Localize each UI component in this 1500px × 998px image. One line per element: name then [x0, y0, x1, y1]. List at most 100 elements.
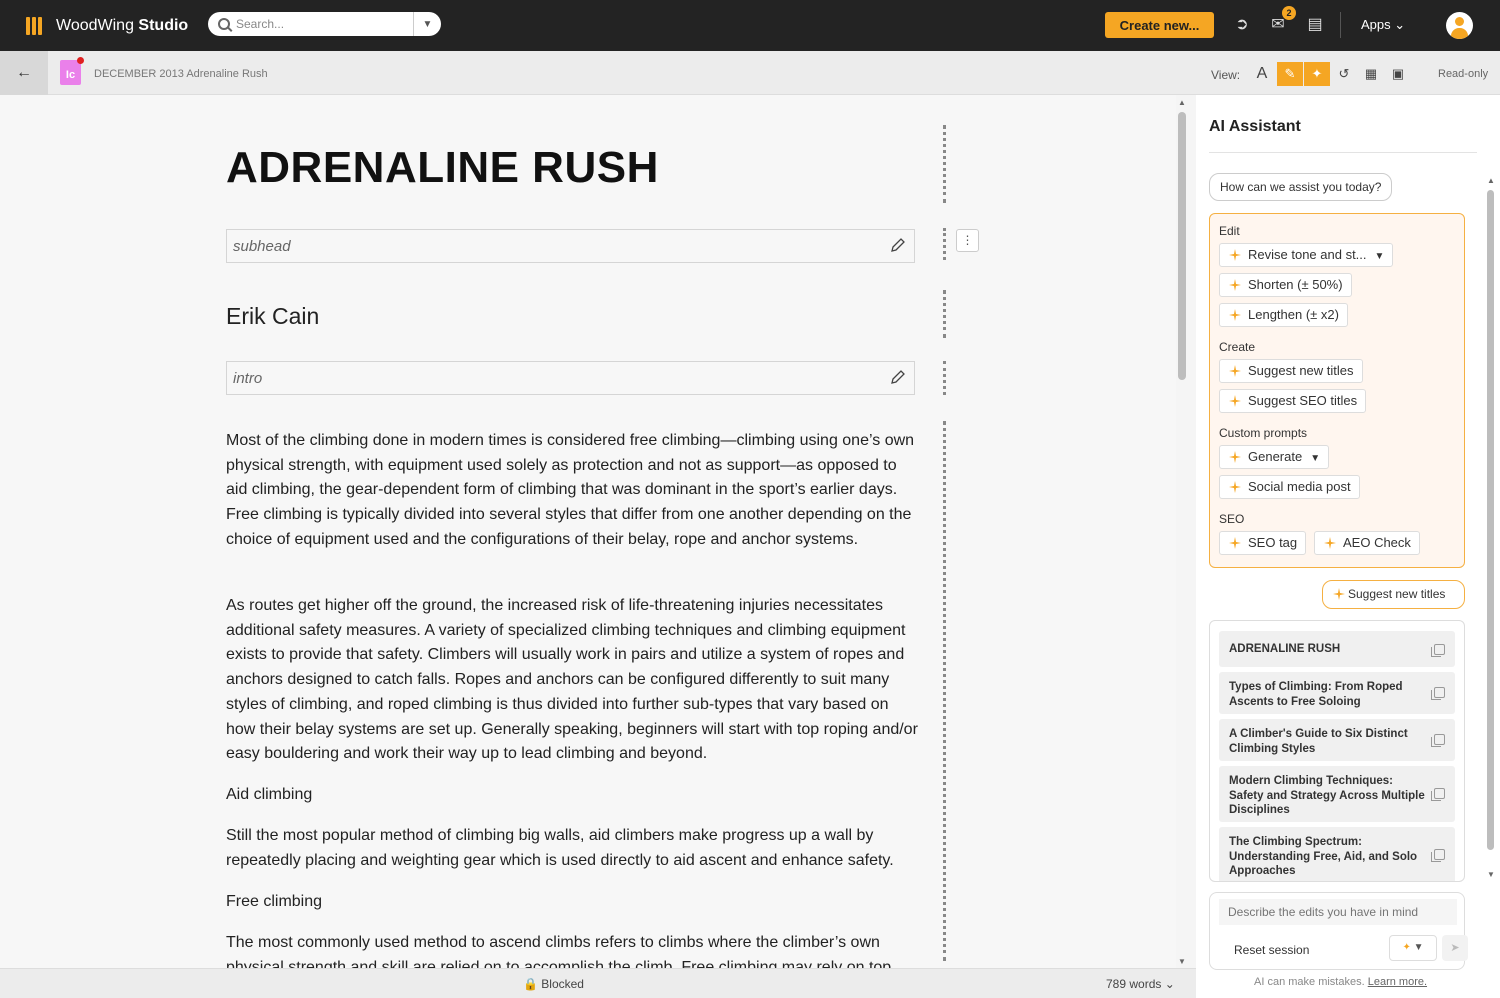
frame-boundary — [943, 421, 946, 961]
back-arrow-icon[interactable]: ← — [0, 51, 48, 95]
list-item[interactable]: ADRENALINE RUSH — [1219, 631, 1455, 667]
logo-mark-icon — [26, 16, 46, 35]
create-new-button[interactable]: Create new... — [1105, 12, 1214, 38]
ai-actions-card: Edit Revise tone and st... ▼ Shorten (± 5… — [1209, 213, 1465, 568]
sparkle-icon — [1229, 537, 1241, 549]
revise-tone-button[interactable]: Revise tone and st... ▼ — [1219, 243, 1394, 267]
copy-icon[interactable] — [1431, 644, 1445, 657]
view-pencil-icon[interactable]: ✎ — [1277, 62, 1303, 86]
subhead-field[interactable]: subhead — [226, 229, 915, 263]
shorten-button[interactable]: Shorten (± 50%) — [1219, 273, 1352, 297]
divider — [1209, 152, 1477, 153]
search-input[interactable]: Search... — [236, 17, 413, 31]
copy-icon[interactable] — [1431, 687, 1445, 700]
body-subheading[interactable]: Aid climbing — [226, 783, 921, 808]
section-label-create: Create — [1219, 340, 1256, 354]
section-label-seo: SEO — [1219, 512, 1245, 526]
status-dot — [77, 57, 84, 64]
pencil-icon[interactable] — [890, 369, 906, 385]
body-paragraph[interactable]: As routes get higher off the ground, the… — [226, 594, 921, 767]
scroll-up-icon[interactable]: ▲ — [1178, 98, 1186, 107]
frame-boundary — [943, 125, 946, 203]
document-title: DECEMBER 2013 Adrenaline Rush — [94, 68, 268, 80]
sparkle-icon — [1229, 249, 1241, 261]
list-item[interactable]: The Climbing Spectrum: Understanding Fre… — [1219, 827, 1455, 881]
sparkle-icon — [1229, 481, 1241, 493]
section-label-edit: Edit — [1219, 224, 1240, 238]
top-bar: WoodWing Studio Search... ▼ Create new..… — [0, 0, 1500, 51]
suggest-seo-titles-button[interactable]: Suggest SEO titles — [1219, 389, 1367, 413]
woodwing-logo[interactable]: WoodWing Studio — [26, 16, 206, 35]
lengthen-button[interactable]: Lengthen (± x2) — [1219, 303, 1348, 327]
editor-scrollbar[interactable] — [1178, 112, 1186, 380]
body-paragraph[interactable]: Most of the climbing done in modern time… — [226, 429, 921, 553]
ai-mode-selector[interactable]: ✦ ▼ — [1389, 935, 1437, 961]
section-label-custom: Custom prompts — [1219, 426, 1308, 440]
scroll-up-icon[interactable]: ▲ — [1487, 176, 1495, 185]
search-icon — [218, 18, 230, 30]
sparkle-icon — [1229, 309, 1241, 321]
inbox-icon[interactable]: ✉ 2 — [1268, 6, 1296, 35]
incopy-doc-icon: Ic — [60, 57, 84, 85]
chevron-down-icon: ▼ — [1374, 251, 1385, 262]
sparkle-icon — [1324, 537, 1336, 549]
generate-button[interactable]: Generate ▼ — [1219, 445, 1330, 469]
view-image-icon[interactable]: ▣ — [1385, 62, 1411, 86]
panel-title: AI Assistant — [1209, 118, 1301, 135]
view-layout-icon[interactable]: ▦ — [1358, 62, 1384, 86]
apps-menu[interactable]: Apps ⌄ — [1361, 17, 1405, 33]
search-box[interactable]: Search... ▼ — [208, 12, 441, 36]
suggested-titles-list: ADRENALINE RUSH Types of Climbing: From … — [1209, 620, 1465, 882]
copy-icon[interactable] — [1431, 849, 1445, 862]
notes-icon[interactable]: ▤ — [1305, 15, 1325, 35]
seo-tag-button[interactable]: SEO tag — [1219, 531, 1307, 555]
body-paragraph[interactable]: Still the most popular method of climbin… — [226, 824, 921, 873]
pencil-icon[interactable] — [890, 237, 906, 253]
inbox-count-badge: 2 — [1282, 6, 1296, 20]
sparkle-icon — [1229, 365, 1241, 377]
aeo-check-button[interactable]: AEO Check — [1314, 531, 1420, 555]
divider — [1340, 12, 1341, 38]
sparkle-icon: ✦ — [1402, 942, 1411, 953]
frame-boundary — [943, 361, 946, 395]
panel-scrollbar[interactable] — [1487, 190, 1494, 850]
view-history-icon[interactable]: ↺ — [1331, 62, 1357, 86]
more-options-icon[interactable]: ⋮ — [956, 229, 979, 252]
view-ai-sparkle-icon[interactable]: ✦ — [1304, 62, 1330, 86]
list-item[interactable]: A Climber's Guide to Six Distinct Climbi… — [1219, 719, 1455, 761]
send-icon[interactable]: ➤ — [1442, 935, 1468, 961]
learn-more-link[interactable]: Learn more. — [1368, 976, 1427, 988]
word-count[interactable]: 789 words ⌄ — [1106, 977, 1175, 991]
article-headline[interactable]: ADRENALINE RUSH — [226, 143, 659, 193]
list-item[interactable]: Types of Climbing: From Roped Ascents to… — [1219, 672, 1455, 714]
chevron-down-icon[interactable]: ▼ — [413, 12, 441, 36]
scroll-down-icon[interactable]: ▼ — [1178, 957, 1186, 966]
article-editor[interactable]: ADRENALINE RUSH subhead Erik Cain intro … — [0, 95, 1176, 968]
scroll-down-icon[interactable]: ▼ — [1487, 870, 1495, 879]
logout-icon[interactable]: ➲ — [1232, 15, 1252, 35]
prompt-input[interactable] — [1219, 899, 1457, 925]
ai-disclaimer: AI can make mistakes. Learn more. — [1254, 976, 1428, 988]
brand-name: WoodWing Studio — [56, 16, 189, 34]
body-subheading[interactable]: Free climbing — [226, 890, 921, 915]
subhead-placeholder: subhead — [233, 238, 291, 255]
frame-boundary — [943, 228, 946, 260]
assistant-greeting: How can we assist you today? — [1209, 173, 1393, 201]
reset-session-button[interactable]: Reset session — [1234, 943, 1309, 957]
copy-icon[interactable] — [1431, 788, 1445, 801]
list-item[interactable]: Modern Climbing Techniques: Safety and S… — [1219, 766, 1455, 822]
readonly-label: Read-only — [1438, 68, 1489, 80]
intro-placeholder: intro — [233, 370, 263, 387]
sparkle-icon — [1333, 588, 1345, 600]
sparkle-icon — [1229, 451, 1241, 463]
copy-icon[interactable] — [1431, 734, 1445, 747]
chevron-down-icon: ▼ — [1310, 453, 1321, 464]
view-text-button[interactable]: A — [1249, 62, 1275, 86]
suggest-titles-button[interactable]: Suggest new titles — [1219, 359, 1363, 383]
body-paragraph[interactable]: The most commonly used method to ascend … — [226, 931, 921, 968]
intro-field[interactable]: intro — [226, 361, 915, 395]
sparkle-icon — [1229, 279, 1241, 291]
social-media-post-button[interactable]: Social media post — [1219, 475, 1360, 499]
article-author[interactable]: Erik Cain — [226, 303, 319, 330]
user-avatar[interactable] — [1446, 12, 1473, 39]
